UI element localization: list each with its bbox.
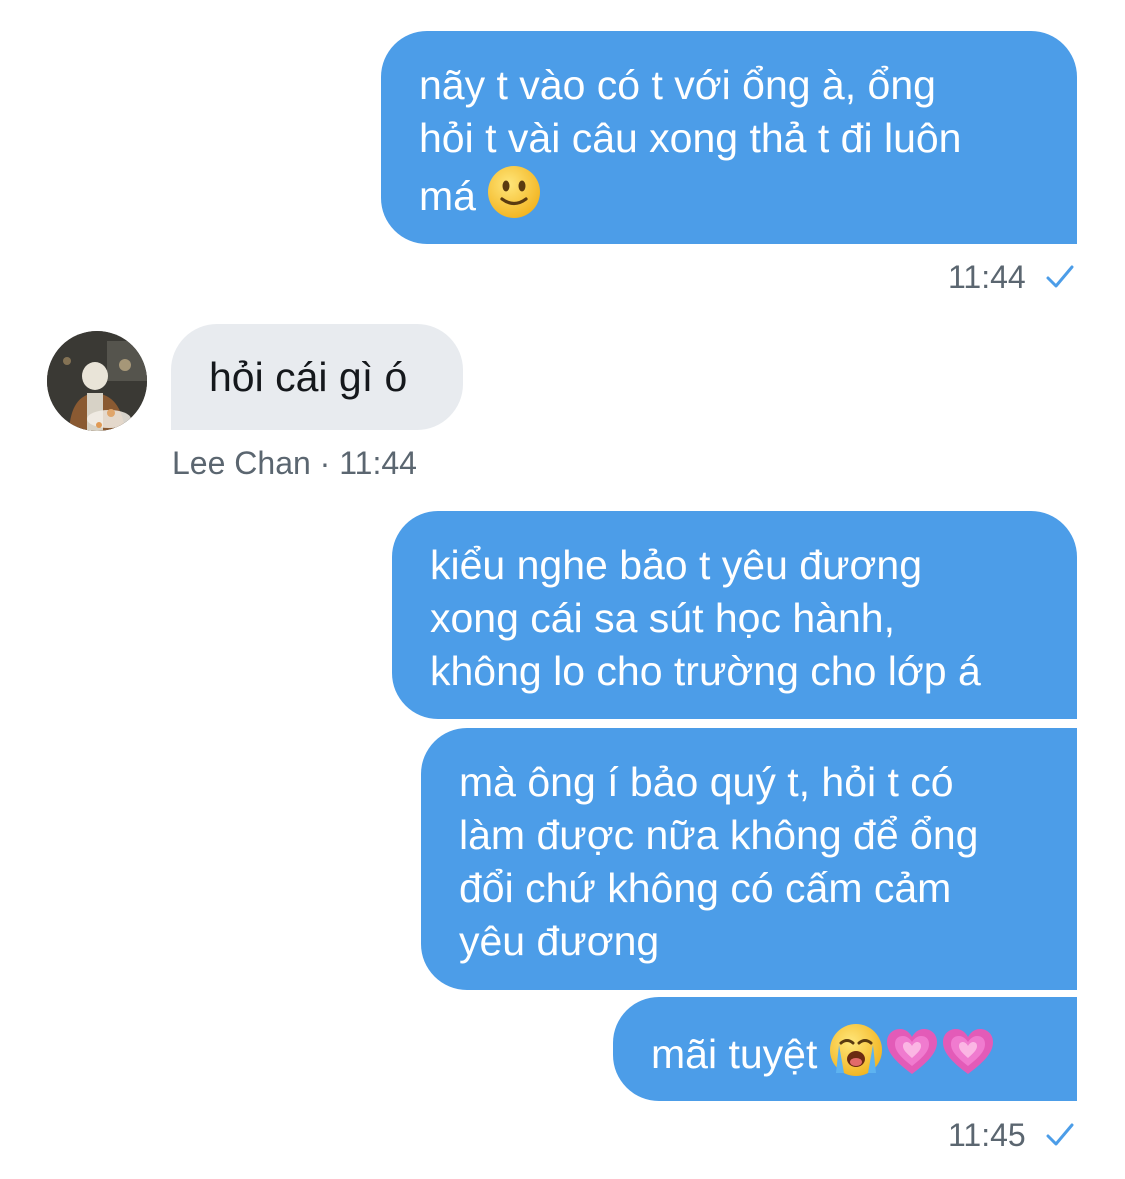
message-text: hỏi cái gì ó — [209, 354, 408, 400]
checkmark-icon — [1045, 263, 1075, 296]
message-bubble-outgoing[interactable]: mà ông í bảo quý t, hỏi t có làm được nữ… — [421, 728, 1077, 990]
message-text: mãi tuyệt — [651, 1031, 829, 1077]
message-sender-meta: Lee Chan · 11:44 — [172, 445, 417, 482]
message-text: mà ông í bảo quý t, hỏi t có làm được nữ… — [459, 759, 979, 964]
message-bubble-outgoing[interactable]: kiểu nghe bảo t yêu đương xong cái sa sú… — [392, 511, 1077, 719]
message-timestamp: 11:45 — [948, 1117, 1026, 1153]
message-timestamp: 11:44 — [339, 445, 417, 481]
meta-separator: · — [319, 445, 331, 481]
growing-heart-icon — [941, 1027, 997, 1077]
message-timestamp: 11:44 — [948, 259, 1026, 295]
sender-name: Lee Chan — [172, 445, 311, 481]
message-text: kiểu nghe bảo t yêu đương xong cái sa sú… — [430, 542, 981, 694]
message-bubble-outgoing[interactable]: mãi tuyệt — [613, 997, 1077, 1101]
slightly-smiling-face-icon — [487, 165, 543, 218]
growing-heart-icon — [885, 1027, 941, 1077]
avatar-photo-icon — [47, 331, 147, 431]
contact-avatar[interactable] — [47, 331, 147, 431]
message-bubble-incoming[interactable]: hỏi cái gì ó — [171, 324, 463, 430]
checkmark-icon — [1045, 1121, 1075, 1154]
loudly-crying-face-icon — [829, 1023, 885, 1076]
message-bubble-outgoing[interactable]: nãy t vào có t với ổng à, ổng hỏi t vài … — [381, 31, 1077, 244]
